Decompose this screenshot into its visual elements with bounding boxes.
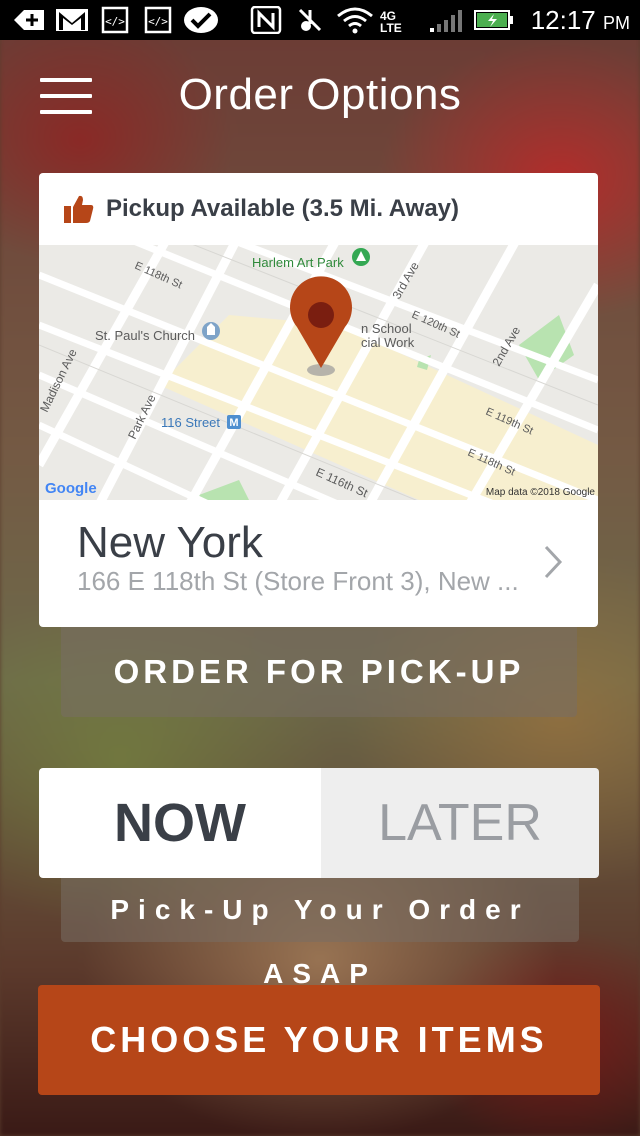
network-type: 4G LTE xyxy=(380,9,402,35)
gmail-icon xyxy=(56,9,88,31)
clock: 12:17 PM xyxy=(530,5,630,35)
check-icon xyxy=(184,7,218,33)
map-attribution: Map data ©2018 Google xyxy=(486,487,596,498)
store-location-row[interactable]: New York 166 E 118th St (Store Front 3),… xyxy=(39,500,598,627)
pickup-availability: Pickup Available (3.5 Mi. Away) xyxy=(39,173,598,245)
thumbs-up-icon xyxy=(64,195,94,223)
order-for-pickup-button[interactable]: ORDER FOR PICK-UP xyxy=(61,627,577,717)
time-toggle: NOW LATER xyxy=(39,768,599,878)
battery-icon xyxy=(474,10,513,30)
signal-icon xyxy=(430,10,462,32)
store-map[interactable]: M Harlem Art Park E 118th St 3rd Ave St.… xyxy=(39,245,598,500)
svg-text:</>: </> xyxy=(105,15,125,28)
code-icon: </> xyxy=(144,6,172,34)
chevron-right-icon xyxy=(544,545,563,579)
map-label: St. Paul's Church xyxy=(95,328,195,343)
pickup-time-caption: Pick-Up Your Order ASAP xyxy=(61,878,579,989)
pickup-card: Pickup Available (3.5 Mi. Away) M Harlem… xyxy=(39,173,598,627)
nfc-icon xyxy=(250,6,282,34)
choose-your-items-button[interactable]: CHOOSE YOUR ITEMS xyxy=(38,985,600,1095)
map-label: n School xyxy=(361,321,412,336)
svg-text:</>: </> xyxy=(148,15,168,28)
store-city: New York xyxy=(77,518,263,567)
svg-text:M: M xyxy=(229,417,238,429)
now-toggle-option[interactable]: NOW xyxy=(39,768,321,878)
code-icon: </> xyxy=(101,6,129,34)
google-logo: Google xyxy=(45,480,97,497)
store-address: 166 E 118th St (Store Front 3), New ... xyxy=(77,566,517,596)
add-icon xyxy=(14,10,44,30)
map-label: cial Work xyxy=(361,335,415,350)
pickup-availability-label: Pickup Available (3.5 Mi. Away) xyxy=(106,195,460,222)
map-label: 116 Street xyxy=(161,415,220,430)
mute-icon xyxy=(298,8,322,32)
later-toggle-option[interactable]: LATER xyxy=(321,768,599,878)
wifi-icon xyxy=(337,7,373,34)
page-title: Order Options xyxy=(178,70,462,119)
status-bar: </> </> 4G LTE 12:17 PM xyxy=(0,0,640,40)
map-label: Harlem Art Park xyxy=(252,255,344,270)
